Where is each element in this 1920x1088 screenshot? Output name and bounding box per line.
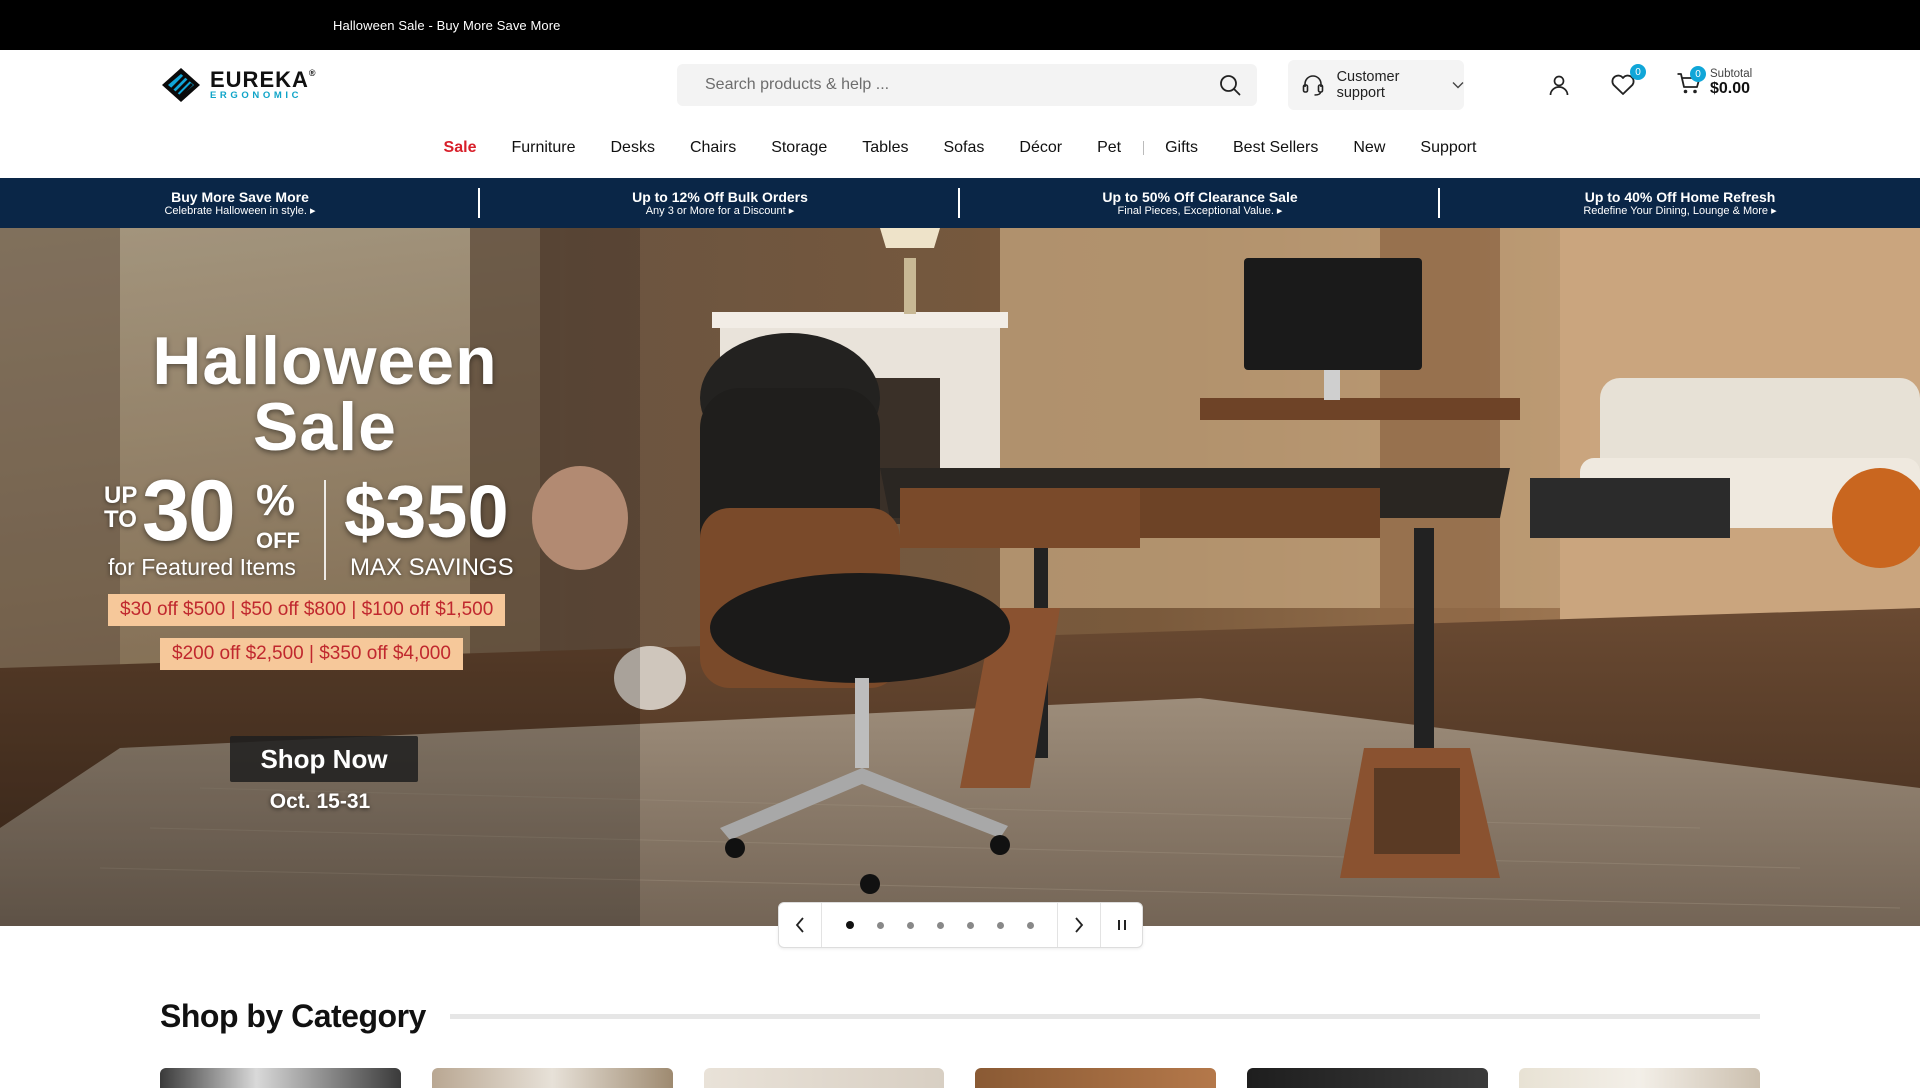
search-icon[interactable] <box>1209 64 1251 106</box>
hero-percent: 30 <box>142 463 236 559</box>
carousel-next-button[interactable] <box>1058 903 1100 947</box>
category-heading-rule <box>449 1014 1760 1019</box>
hero-tier-offer-1: $30 off $500 | $50 off $800 | $100 off $… <box>108 594 506 626</box>
carousel-dot[interactable] <box>1026 921 1034 929</box>
promo-title: Up to 50% Off Clearance Sale <box>1102 188 1298 205</box>
carousel-dot[interactable] <box>996 921 1004 929</box>
hero-max-value: $350 <box>344 470 509 553</box>
promo-title: Up to 40% Off Home Refresh <box>1584 188 1776 205</box>
nav-item-decor[interactable]: Décor <box>1002 139 1080 157</box>
promo-subtitle: Celebrate Halloween in style. ▸ <box>164 204 316 217</box>
promo-subtitle: Final Pieces, Exceptional Value. ▸ <box>1117 204 1283 217</box>
nav-item-tables[interactable]: Tables <box>845 139 926 157</box>
category-card[interactable] <box>431 1068 673 1088</box>
carousel-prev-button[interactable] <box>779 903 821 947</box>
nav-item-storage[interactable]: Storage <box>754 139 845 157</box>
promo-clearance[interactable]: Up to 50% Off Clearance Sale Final Piece… <box>960 178 1440 228</box>
carousel-dot[interactable] <box>845 921 854 929</box>
subtotal-value: $0.00 <box>1710 80 1751 97</box>
cart-icon: 0 <box>1676 66 1706 96</box>
promo-subtitle: Any 3 or More for a Discount ▸ <box>645 204 795 217</box>
promo-buy-more[interactable]: Buy More Save More Celebrate Halloween i… <box>0 178 480 228</box>
search-input[interactable]: Search products & help ... <box>677 64 1257 106</box>
category-card[interactable] <box>1519 1068 1760 1088</box>
headset-icon <box>1300 71 1327 99</box>
promo-title: Buy More Save More <box>171 188 309 205</box>
promo-subtitle: Redefine Your Dining, Lounge & More ▸ <box>1583 204 1777 217</box>
carousel-pause-button[interactable] <box>1100 903 1142 947</box>
hero-title: Halloween Sale <box>152 323 498 465</box>
nav-divider <box>1142 141 1144 155</box>
nav-item-support[interactable]: Support <box>1403 139 1494 157</box>
wishlist-heart-icon[interactable]: 0 <box>1608 64 1646 100</box>
logo-mark-icon <box>160 66 202 104</box>
nav-item-furniture[interactable]: Furniture <box>494 139 593 157</box>
account-icon[interactable] <box>1544 70 1574 100</box>
category-section-header: Shop by Category <box>160 998 1760 1035</box>
logo[interactable]: EUREKA® ERGONOMIC <box>160 66 317 104</box>
hero-off-label: OFF <box>256 528 300 553</box>
nav-item-sale[interactable]: Sale <box>426 139 494 157</box>
nav-item-sofas[interactable]: Sofas <box>926 139 1002 157</box>
promo-title: Up to 12% Off Bulk Orders <box>632 188 808 205</box>
nav-item-gifts[interactable]: Gifts <box>1148 139 1216 157</box>
chevron-down-icon <box>1452 76 1464 94</box>
cart-count-badge: 0 <box>1690 66 1706 82</box>
customer-support-label: Customer support <box>1336 69 1400 101</box>
chevron-left-icon <box>795 917 804 933</box>
promo-strip: Buy More Save More Celebrate Halloween i… <box>0 178 1920 228</box>
carousel-dot[interactable] <box>906 921 914 929</box>
carousel-dot[interactable] <box>936 921 944 929</box>
hero-percent-sign: % <box>256 476 296 525</box>
search-placeholder: Search products & help ... <box>705 76 890 93</box>
promo-home-refresh[interactable]: Up to 40% Off Home Refresh Redefine Your… <box>1440 178 1920 228</box>
hero-copy: Halloween Sale UP TO 30 % OFF for Featur… <box>0 228 620 926</box>
logo-subtitle: ERGONOMIC <box>210 90 303 102</box>
logo-brand: EUREKA® <box>210 67 317 93</box>
site-header: EUREKA® ERGONOMIC Search products & help… <box>0 50 1920 118</box>
hero-divider <box>324 480 326 580</box>
hero-tier-offer-2: $200 off $2,500 | $350 off $4,000 <box>160 638 463 670</box>
main-nav: Sale Furniture Desks Chairs Storage Tabl… <box>0 118 1920 178</box>
nav-item-new[interactable]: New <box>1336 139 1403 157</box>
carousel-dots <box>821 903 1058 947</box>
nav-item-pet[interactable]: Pet <box>1080 139 1139 157</box>
customer-support-dropdown[interactable]: Customer support <box>1288 60 1464 110</box>
category-heading: Shop by Category <box>160 998 426 1034</box>
category-card[interactable] <box>160 1068 401 1088</box>
nav-item-chairs[interactable]: Chairs <box>672 139 753 157</box>
hero-dates: Oct. 15-31 <box>269 790 371 813</box>
cart-button[interactable]: 0 Subtotal $0.00 <box>1676 66 1753 98</box>
chevron-right-icon <box>1075 917 1084 933</box>
carousel-dot[interactable] <box>876 921 884 929</box>
category-card[interactable] <box>975 1068 1217 1088</box>
hero-featured-label: for Featured Items <box>108 554 296 580</box>
hero-banner[interactable]: Halloween Sale UP TO 30 % OFF for Featur… <box>0 228 1920 926</box>
subtotal-label: Subtotal <box>1710 68 1753 80</box>
category-card[interactable] <box>703 1068 945 1088</box>
carousel-controls <box>778 902 1143 948</box>
carousel-dot[interactable] <box>966 921 974 929</box>
pause-icon <box>1117 920 1126 930</box>
category-card[interactable] <box>1247 1068 1489 1088</box>
shop-now-button[interactable]: Shop Now <box>230 736 418 782</box>
hero-max-label: MAX SAVINGS <box>350 554 514 581</box>
announcement-bar: Halloween Sale - Buy More Save More <box>0 0 1920 50</box>
promo-bulk-orders[interactable]: Up to 12% Off Bulk Orders Any 3 or More … <box>480 178 960 228</box>
nav-item-desks[interactable]: Desks <box>593 139 672 157</box>
nav-item-best-sellers[interactable]: Best Sellers <box>1216 139 1336 157</box>
wishlist-count-badge: 0 <box>1630 64 1646 80</box>
category-cards <box>160 1068 1760 1088</box>
hero-upto: UP TO <box>104 482 138 533</box>
announcement-text[interactable]: Halloween Sale - Buy More Save More <box>333 18 561 33</box>
